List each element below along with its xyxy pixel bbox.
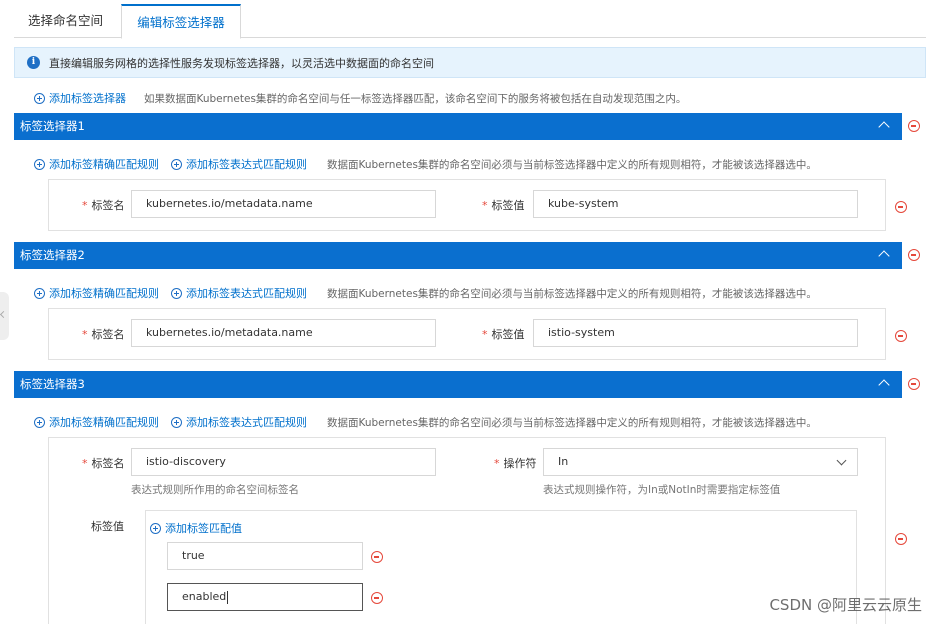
label-name-label: * 标签名 (82, 199, 125, 212)
selector-header-3[interactable]: 标签选择器3 (14, 371, 902, 398)
label-name-label: * 标签名 (82, 328, 125, 341)
plus-circle-icon[interactable] (34, 158, 45, 170)
label-value-input[interactable]: kube-system (533, 190, 858, 218)
remove-selector-1-icon[interactable] (908, 120, 920, 132)
label-name-input[interactable]: istio-discovery (131, 448, 436, 476)
add-label-selector-button[interactable]: 添加标签选择器 (49, 90, 126, 106)
operator-select[interactable]: In (543, 448, 858, 476)
label-value-item-input[interactable]: enabled (167, 583, 363, 611)
label-value-input[interactable]: istio-system (533, 319, 858, 347)
plus-circle-icon[interactable] (171, 416, 182, 428)
add-value-row: 添加标签匹配值 (150, 520, 254, 536)
add-selector-row: 添加标签选择器 如果数据面Kubernetes集群的命名空间与任一标签选择器匹配… (34, 90, 686, 106)
label-name-input[interactable]: kubernetes.io/metadata.name (131, 190, 436, 218)
remove-selector-2-icon[interactable] (908, 249, 920, 261)
rule-actions-2: 添加标签精确匹配规则 添加标签表达式匹配规则 数据面Kubernetes集群的命… (34, 285, 817, 301)
add-exact-rule-button[interactable]: 添加标签精确匹配规则 (49, 285, 159, 301)
plus-circle-icon[interactable] (34, 287, 45, 299)
rule-hint: 数据面Kubernetes集群的命名空间必须与当前标签选择器中定义的所有规则相符… (327, 158, 817, 171)
selector-title-3: 标签选择器3 (20, 377, 85, 391)
remove-selector-3-icon[interactable] (908, 378, 920, 390)
chevron-up-icon[interactable] (878, 250, 890, 262)
plus-circle-icon[interactable] (34, 92, 45, 104)
operator-help: 表达式规则操作符，为In或NotIn时需要指定标签值 (543, 484, 781, 496)
rule-actions-1: 添加标签精确匹配规则 添加标签表达式匹配规则 数据面Kubernetes集群的命… (34, 156, 817, 172)
label-value-label: * 标签值 (482, 328, 525, 341)
plus-circle-icon[interactable] (171, 158, 182, 170)
label-value-label: * 标签值 (482, 199, 525, 212)
remove-value-1-icon[interactable] (371, 551, 383, 563)
label-name-input[interactable]: kubernetes.io/metadata.name (131, 319, 436, 347)
rule-actions-3: 添加标签精确匹配规则 添加标签表达式匹配规则 数据面Kubernetes集群的命… (34, 414, 817, 430)
selector-header-1[interactable]: 标签选择器1 (14, 113, 902, 140)
info-icon: i (27, 56, 40, 69)
selector-header-2[interactable]: 标签选择器2 (14, 242, 902, 269)
selector-title-2: 标签选择器2 (20, 248, 85, 262)
chevron-up-icon[interactable] (878, 379, 890, 391)
add-exact-rule-button[interactable]: 添加标签精确匹配规则 (49, 414, 159, 430)
selector-title-1: 标签选择器1 (20, 119, 85, 133)
add-expression-rule-button[interactable]: 添加标签表达式匹配规则 (186, 414, 307, 430)
info-banner: i 直接编辑服务网格的选择性服务发现标签选择器，以灵活选中数据面的命名空间 (14, 47, 926, 78)
info-text: 直接编辑服务网格的选择性服务发现标签选择器，以灵活选中数据面的命名空间 (49, 56, 434, 70)
remove-rule-3-icon[interactable] (895, 533, 907, 545)
remove-rule-2-icon[interactable] (895, 330, 907, 342)
tab-bar: 选择命名空间 编辑标签选择器 (14, 4, 926, 39)
rule-hint: 数据面Kubernetes集群的命名空间必须与当前标签选择器中定义的所有规则相符… (327, 416, 817, 429)
watermark: CSDN @阿里云云原生 (769, 596, 922, 614)
tab-select-namespace[interactable]: 选择命名空间 (14, 4, 120, 39)
remove-rule-1-icon[interactable] (895, 201, 907, 213)
operator-selected-value: In (558, 455, 569, 468)
label-name-help: 表达式规则所作用的命名空间标签名 (131, 484, 299, 496)
add-expression-rule-button[interactable]: 添加标签表达式匹配规则 (186, 156, 307, 172)
label-value-item-input[interactable]: true (167, 542, 363, 570)
plus-circle-icon[interactable] (171, 287, 182, 299)
add-exact-rule-button[interactable]: 添加标签精确匹配规则 (49, 156, 159, 172)
chevron-down-icon[interactable] (836, 455, 847, 466)
operator-label: * 操作符 (494, 457, 537, 470)
add-label-value-button[interactable]: 添加标签匹配值 (165, 520, 242, 536)
add-expression-rule-button[interactable]: 添加标签表达式匹配规则 (186, 285, 307, 301)
remove-value-2-icon[interactable] (371, 592, 383, 604)
add-selector-hint: 如果数据面Kubernetes集群的命名空间与任一标签选择器匹配，该命名空间下的… (144, 92, 687, 105)
label-values-label: 标签值 (91, 520, 124, 533)
chevron-up-icon[interactable] (878, 121, 890, 133)
text-cursor (227, 590, 229, 604)
label-name-label: * 标签名 (82, 457, 125, 470)
plus-circle-icon[interactable] (34, 416, 45, 428)
plus-circle-icon[interactable] (150, 522, 161, 534)
rule-hint: 数据面Kubernetes集群的命名空间必须与当前标签选择器中定义的所有规则相符… (327, 287, 817, 300)
tab-edit-label-selector[interactable]: 编辑标签选择器 (121, 4, 241, 39)
collapse-handle[interactable] (0, 292, 9, 340)
